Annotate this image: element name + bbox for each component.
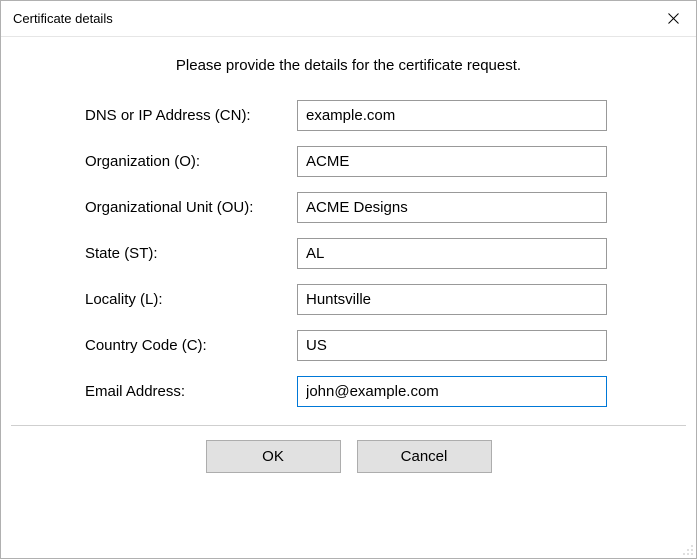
input-ou[interactable] — [297, 192, 607, 223]
input-st[interactable] — [297, 238, 607, 269]
input-c[interactable] — [297, 330, 607, 361]
field-row-c: Country Code (C): — [85, 330, 656, 361]
dialog-content: Please provide the details for the certi… — [1, 37, 696, 407]
field-row-o: Organization (O): — [85, 146, 656, 177]
close-icon — [668, 13, 679, 24]
label-st: State (ST): — [85, 245, 297, 262]
resize-grip-icon — [680, 542, 694, 556]
field-row-email: Email Address: — [85, 376, 656, 407]
label-email: Email Address: — [85, 383, 297, 400]
cancel-button[interactable]: Cancel — [357, 440, 492, 473]
field-row-st: State (ST): — [85, 238, 656, 269]
field-row-cn: DNS or IP Address (CN): — [85, 100, 656, 131]
field-row-ou: Organizational Unit (OU): — [85, 192, 656, 223]
window-title: Certificate details — [13, 11, 113, 26]
field-row-l: Locality (L): — [85, 284, 656, 315]
label-cn: DNS or IP Address (CN): — [85, 107, 297, 124]
certificate-form: DNS or IP Address (CN): Organization (O)… — [85, 100, 656, 407]
input-l[interactable] — [297, 284, 607, 315]
label-ou: Organizational Unit (OU): — [85, 199, 297, 216]
button-row: OK Cancel — [1, 440, 696, 473]
label-c: Country Code (C): — [85, 337, 297, 354]
titlebar: Certificate details — [1, 1, 696, 37]
label-l: Locality (L): — [85, 291, 297, 308]
label-o: Organization (O): — [85, 153, 297, 170]
divider — [11, 425, 686, 426]
input-cn[interactable] — [297, 100, 607, 131]
input-email[interactable] — [297, 376, 607, 407]
input-o[interactable] — [297, 146, 607, 177]
ok-button[interactable]: OK — [206, 440, 341, 473]
instruction-text: Please provide the details for the certi… — [41, 57, 656, 74]
close-button[interactable] — [650, 1, 696, 37]
